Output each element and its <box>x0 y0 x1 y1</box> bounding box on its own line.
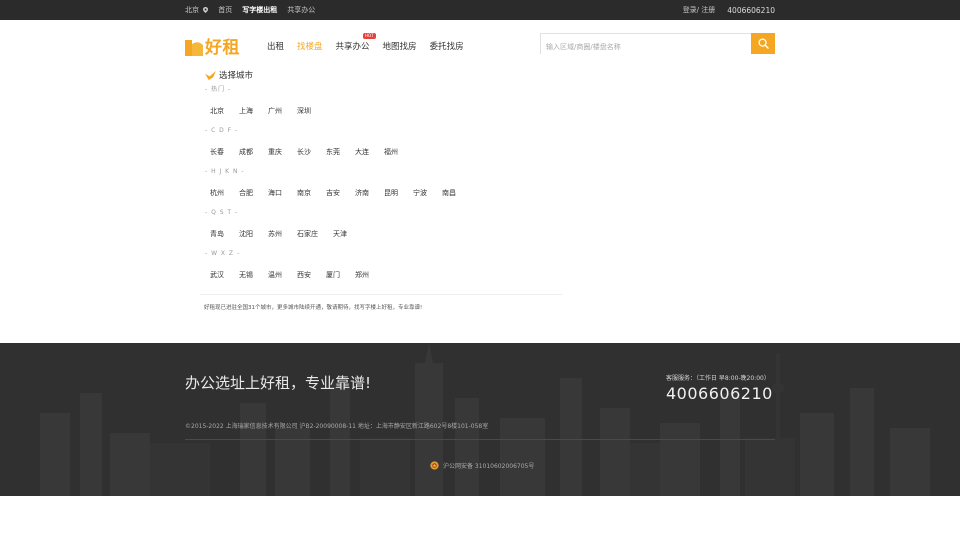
city-group-cdf: - C D F - 长春 成都 重庆 长沙 东莞 大连 福州 <box>200 125 562 166</box>
nav-find-building[interactable]: 找楼盘 <box>297 40 323 52</box>
site-logo[interactable]: 好租 <box>185 33 240 58</box>
city-link[interactable]: 天津 <box>333 229 347 239</box>
city-list: 青岛 沈阳 苏州 石家庄 天津 <box>200 219 562 248</box>
search-button[interactable] <box>751 33 775 54</box>
title-bird-icon <box>205 70 216 80</box>
city-group-qst: - Q S T - 青岛 沈阳 苏州 石家庄 天津 <box>200 207 562 248</box>
city-link[interactable]: 杭州 <box>210 188 224 198</box>
search-input[interactable] <box>541 37 751 57</box>
city-switcher[interactable]: 北京 <box>185 5 209 15</box>
nav-shared-office-label: 共享办公 <box>335 42 370 52</box>
city-link[interactable]: 大连 <box>355 147 369 157</box>
customer-service: 客服服务：（工作日 早8:00-晚20:00） 4006606210 <box>666 373 773 403</box>
city-link[interactable]: 重庆 <box>268 147 282 157</box>
city-link[interactable]: 无锡 <box>239 270 253 280</box>
coverage-note: 好租现已进驻全国31个城市，更多城市陆续开通，敬请期待，找写字楼上好租，专业靠谱… <box>200 294 562 311</box>
city-link[interactable]: 福州 <box>384 147 398 157</box>
city-link[interactable]: 石家庄 <box>297 229 318 239</box>
city-group-hot: - 热门 - 北京 上海 广州 深圳 <box>200 84 562 125</box>
copyright-text: ©2015-2022 上海瑞家信息技术有限公司 沪B2-20090008-11 … <box>185 423 489 430</box>
police-record[interactable]: 沪公网安备 31010602006705号 <box>430 461 534 470</box>
current-city[interactable]: 北京 <box>185 6 199 14</box>
service-hours: 客服服务：（工作日 早8:00-晚20:00） <box>666 375 770 382</box>
group-label: - Q S T - <box>205 209 239 216</box>
city-link[interactable]: 南京 <box>297 188 311 198</box>
top-bar: 北京 首页 写字楼出租 共享办公 登录/ 注册 4006606210 <box>0 0 960 20</box>
city-list: 杭州 合肥 海口 南京 吉安 济南 昆明 宁波 南昌 <box>200 178 562 207</box>
city-link[interactable]: 西安 <box>297 270 311 280</box>
hot-badge: HOT <box>362 33 376 39</box>
city-link[interactable]: 北京 <box>210 106 224 116</box>
nav-map-search[interactable]: 地图找房 <box>383 40 417 52</box>
panel-title: 选择城市 <box>200 66 562 84</box>
city-link[interactable]: 郑州 <box>355 270 369 280</box>
city-group-wxz: - W X Z - 武汉 无锡 温州 西安 厦门 郑州 <box>200 248 562 289</box>
nav-shared-office[interactable]: 共享办公 HOT <box>335 33 376 52</box>
city-link[interactable]: 广州 <box>268 106 282 116</box>
login-register-link[interactable]: 登录/ 注册 <box>683 5 716 15</box>
footer-divider <box>185 439 775 440</box>
city-list: 长春 成都 重庆 长沙 东莞 大连 福州 <box>200 137 562 166</box>
city-link[interactable]: 上海 <box>239 106 253 116</box>
city-link[interactable]: 青岛 <box>210 229 224 239</box>
nav-rent[interactable]: 出租 <box>267 40 284 52</box>
city-link[interactable]: 厦门 <box>326 270 340 280</box>
city-list: 武汉 无锡 温州 西安 厦门 郑州 <box>200 260 562 289</box>
top-link-office-rent[interactable]: 写字楼出租 <box>242 5 277 15</box>
city-link[interactable]: 宁波 <box>413 188 427 198</box>
city-link[interactable]: 长沙 <box>297 147 311 157</box>
group-label: - W X Z - <box>205 250 241 257</box>
city-link[interactable]: 温州 <box>268 270 282 280</box>
city-skyline-image <box>40 343 930 496</box>
city-link[interactable]: 苏州 <box>268 229 282 239</box>
city-link[interactable]: 昆明 <box>384 188 398 198</box>
group-label: - 热门 - <box>205 86 232 93</box>
city-list: 北京 上海 广州 深圳 <box>200 96 562 125</box>
footer-slogan: 办公选址上好租，专业靠谱! <box>185 374 372 392</box>
city-link[interactable]: 武汉 <box>210 270 224 280</box>
top-bar-right: 登录/ 注册 4006606210 <box>683 0 775 20</box>
location-pin-icon <box>203 7 209 13</box>
city-link[interactable]: 海口 <box>268 188 282 198</box>
hotline-phone: 4006606210 <box>727 5 775 15</box>
search-box <box>540 33 775 57</box>
service-phone: 4006606210 <box>666 384 773 403</box>
city-link[interactable]: 南昌 <box>442 188 456 198</box>
group-label: - H J K N - <box>205 168 245 175</box>
main-nav: 出租 找楼盘 共享办公 HOT 地图找房 委托找房 <box>267 33 477 52</box>
nav-entrust[interactable]: 委托找房 <box>430 40 464 52</box>
panel-title-text: 选择城市 <box>219 71 254 81</box>
city-link[interactable]: 成都 <box>239 147 253 157</box>
logo-mark-icon <box>185 39 203 56</box>
city-link[interactable]: 吉安 <box>326 188 340 198</box>
city-selector-panel: 选择城市 - 热门 - 北京 上海 广州 深圳 - C D F - 长春 成都 … <box>200 66 562 311</box>
police-badge-icon <box>430 461 439 470</box>
top-bar-left: 北京 首页 写字楼出租 共享办公 <box>185 0 315 20</box>
city-link[interactable]: 合肥 <box>239 188 253 198</box>
city-link[interactable]: 东莞 <box>326 147 340 157</box>
group-label: - C D F - <box>205 127 239 134</box>
city-link[interactable]: 沈阳 <box>239 229 253 239</box>
top-link-home[interactable]: 首页 <box>218 5 232 15</box>
search-icon <box>757 38 769 49</box>
top-link-shared-office[interactable]: 共享办公 <box>287 5 315 15</box>
city-link[interactable]: 深圳 <box>297 106 311 116</box>
city-link[interactable]: 济南 <box>355 188 369 198</box>
main-header: 好租 出租 找楼盘 共享办公 HOT 地图找房 委托找房 <box>0 20 960 70</box>
city-group-hjkn: - H J K N - 杭州 合肥 海口 南京 吉安 济南 昆明 宁波 南昌 <box>200 166 562 207</box>
site-footer: 办公选址上好租，专业靠谱! 客服服务：（工作日 早8:00-晚20:00） 40… <box>0 343 960 496</box>
police-record-text: 沪公网安备 31010602006705号 <box>443 463 535 470</box>
logo-text: 好租 <box>205 38 240 58</box>
city-link[interactable]: 长春 <box>210 147 224 157</box>
